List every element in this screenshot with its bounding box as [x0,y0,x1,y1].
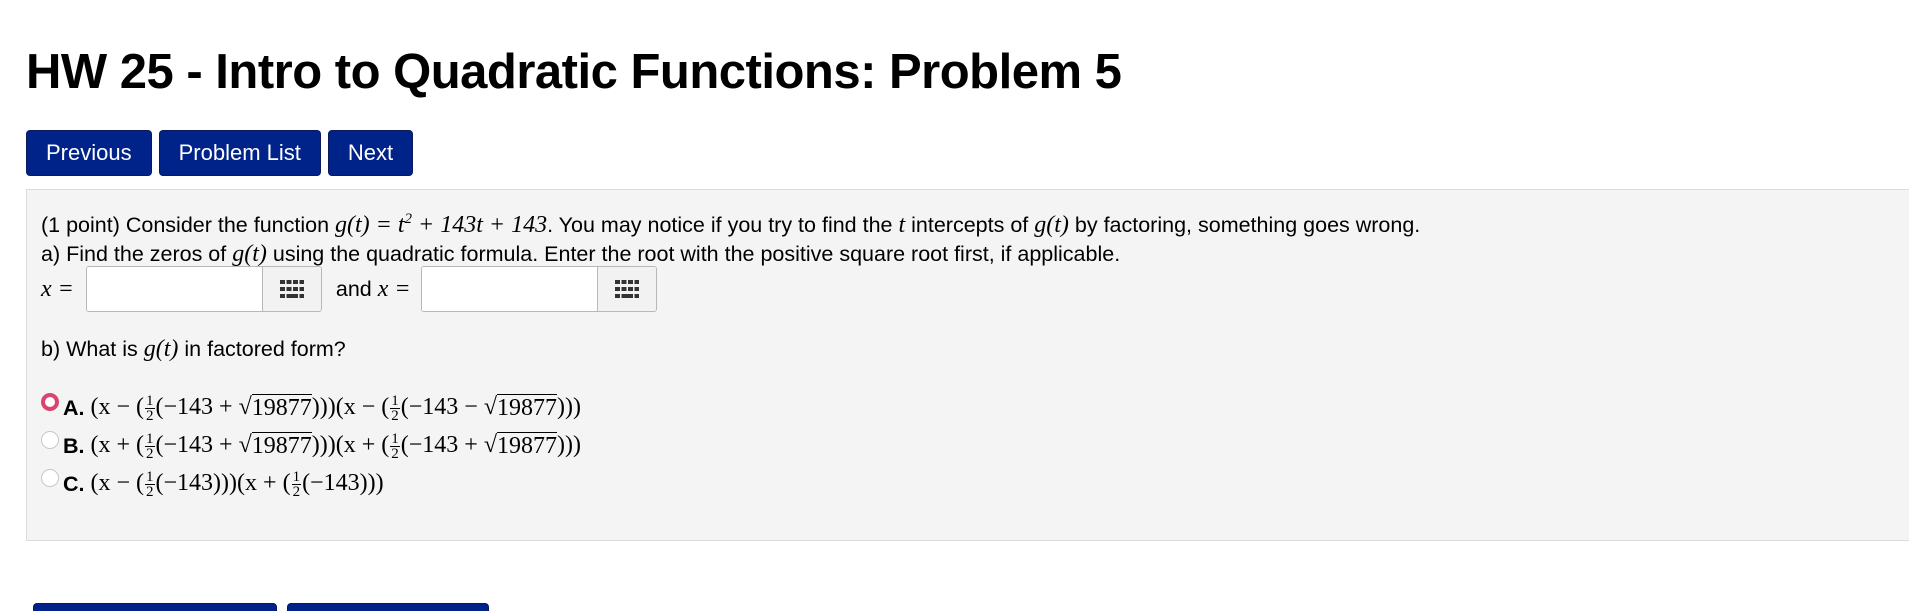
choice-expression: (x + (1 2 (−143 + √ 19877)))(x + (1 2 (−143 +… [90,431,581,462]
answer-input-2[interactable] [421,267,597,311]
radio-button-icon[interactable] [41,392,59,411]
expr-part: (−143 − [400,394,484,421]
points-text: (1 point) Consider the function [41,213,330,237]
radicand: 19877 [251,394,312,422]
fraction-denominator: 2 [146,484,154,500]
choice-label: C. [63,472,85,496]
expr-part: (−143)))(x + ( [155,470,291,497]
fraction-numerator: 1 [145,393,155,409]
square-root: √ 19877 [239,394,312,421]
function-name: g(t) [232,241,267,267]
intro-text-2: intercepts of [911,213,1029,237]
function-name: g(t) [1034,212,1069,238]
intro-text-3: by factoring, something goes wrong. [1074,213,1421,237]
part-b-text-2: in factored form? [184,337,346,361]
radical-sign-icon: √ [238,394,252,421]
expr-part: (x − ( [90,470,145,497]
answer-box-2 [420,266,657,312]
radical-sign-icon: √ [238,432,252,459]
and-label: and [335,276,372,301]
fraction: 12 [291,469,302,500]
submit-answers-button[interactable] [33,603,277,611]
fraction: 12 [390,393,400,424]
expr-part: ))) [557,394,581,421]
preview-answers-button[interactable] [287,603,489,611]
choice-a[interactable]: A. (x − (1 2 (−143 + √ 19877)))(x − (1 2 (−14… [41,392,581,424]
expr-part: )))(x − ( [311,394,390,421]
radio-button-icon[interactable] [41,430,59,449]
keypad-grid-icon [614,280,639,298]
expr-part: (−143))) [302,470,384,497]
choice-expression: (x − (1 2 (−143 + √ 19877)))(x − (1 2 (−143 −… [90,393,581,424]
keypad-grid-icon [279,280,304,298]
fraction: 12 [145,469,155,500]
problem-list-button[interactable]: Problem List [158,130,321,176]
choice-expression: (x − (1 2 (−143)))(x + (1 2 (−143))) [90,469,384,500]
problem-navigation: Previous Problem List Next [26,130,414,176]
part-a-text-2: using the quadratic formula. Enter the r… [272,242,1121,266]
fraction-numerator: 1 [291,469,302,485]
square-root: √ 19877 [239,432,312,459]
expr-part: (−143 + [155,432,239,459]
function-rhs: + 143t + 143 [412,212,548,238]
intro-text: . You may notice if you try to find the [547,213,893,237]
next-button[interactable]: Next [327,130,414,176]
choice-b[interactable]: B. (x + (1 2 (−143 + √ 19877)))(x + (1 2 (−14… [41,430,581,462]
choice-c[interactable]: C. (x − (1 2 (−143)))(x + (1 2 (−143))) [41,468,384,500]
function-definition: g(t) = t2 + 143t + 143 [335,211,548,239]
radical-sign-icon: √ [483,432,497,459]
choice-label: B. [63,434,85,458]
function-exponent: 2 [404,211,413,227]
square-root: √ 19877 [484,432,557,459]
x-equals-label: x = [41,275,74,302]
answer-box-1 [85,266,322,312]
part-b-text: b) What is [41,337,138,361]
problem-statement: (1 point) Consider the function g(t) = t… [41,212,1420,239]
fraction-numerator: 1 [145,431,155,447]
part-a-text: a) Find the zeros of [41,242,227,266]
expr-part: )))(x + ( [311,432,390,459]
radicand: 19877 [497,394,557,422]
variable-t: t [898,212,906,238]
radio-button-icon[interactable] [41,468,59,487]
x-equals-label-2: x = [377,275,411,302]
expr-part: ))) [557,432,581,459]
page: HW 25 - Intro to Quadratic Functions: Pr… [0,0,1909,611]
fraction-denominator: 2 [146,408,154,424]
answer-input-1[interactable] [86,267,262,311]
problem-panel: (1 point) Consider the function g(t) = t… [26,189,1909,541]
square-root: √ 19877 [484,394,557,421]
radicand: 19877 [251,432,312,460]
function-name: g(t) [143,336,179,362]
keypad-button-2[interactable] [596,267,656,311]
fraction-denominator: 2 [391,446,399,462]
page-title: HW 25 - Intro to Quadratic Functions: Pr… [26,45,1122,99]
fraction-numerator: 1 [390,431,400,447]
part-b-prompt: b) What is g(t) in factored form? [41,336,346,363]
expr-part: (−143 + [155,394,239,421]
fraction-denominator: 2 [292,484,301,500]
fraction-denominator: 2 [391,408,399,424]
expr-part: (x + ( [90,432,145,459]
radicand: 19877 [497,432,557,460]
part-a-answers: x = and x = [41,266,657,312]
fraction-denominator: 2 [146,446,154,462]
previous-button[interactable]: Previous [26,130,152,176]
choice-label: A. [63,396,85,420]
keypad-button-1[interactable] [261,267,321,311]
function-lhs: g(t) = t [335,212,405,238]
expr-part: (−143 + [400,432,484,459]
fraction-numerator: 1 [390,393,400,409]
part-a-prompt: a) Find the zeros of g(t) using the quad… [41,241,1120,268]
fraction: 12 [145,393,155,424]
fraction-numerator: 1 [145,469,155,485]
expr-part: (x − ( [90,394,145,421]
fraction: 12 [145,431,155,462]
radical-sign-icon: √ [483,394,497,421]
fraction: 12 [390,431,400,462]
